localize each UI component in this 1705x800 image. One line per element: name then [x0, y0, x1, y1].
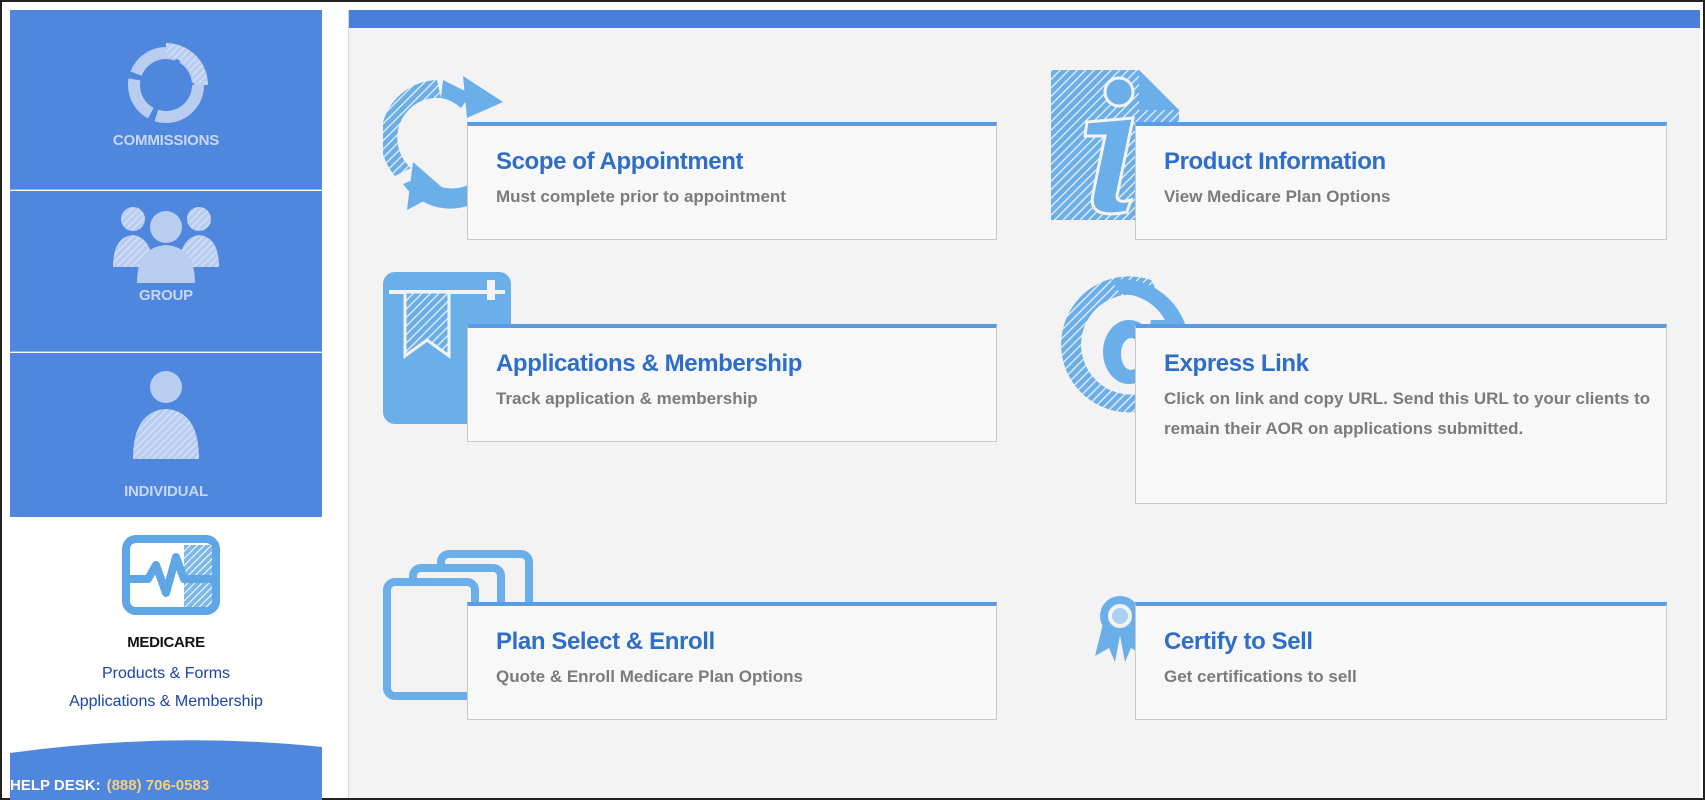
sidebar-item-medicare: MEDICARE Products & Forms Applications &… [10, 517, 322, 737]
person-icon [133, 371, 199, 459]
sidebar-item-commissions[interactable]: COMMISSIONS [10, 10, 322, 190]
tile-subtitle: Get certifications to sell [1164, 667, 1357, 686]
group-people-icon [113, 207, 219, 283]
sidebar-item-label: COMMISSIONS [112, 132, 220, 149]
heartbeat-monitor-icon[interactable] [122, 535, 220, 615]
tile-title: Applications & Membership [496, 350, 803, 377]
sidebar-item-label: GROUP [138, 287, 193, 304]
sidebar-active-label: MEDICARE [127, 634, 205, 651]
top-bar [349, 10, 1700, 28]
tile-subtitle: Click on link and copy URL. Send this UR… [1164, 389, 1651, 438]
help-desk-bar: HELP DESK: (888) 706-0583 [10, 737, 322, 800]
sidebar-item-label: INDIVIDUAL [124, 483, 208, 500]
help-desk-text: HELP DESK: (888) 706-0583 [10, 777, 209, 794]
main-panel: Scope of Appointment Must complete prior… [348, 10, 1700, 798]
tile-subtitle: Quote & Enroll Medicare Plan Options [496, 667, 803, 686]
sidebar-item-individual[interactable]: INDIVIDUAL [10, 353, 322, 517]
tile-card: Express Link Click on link and copy URL.… [1135, 324, 1667, 504]
tile-title: Scope of Appointment [496, 148, 744, 175]
help-desk-label: HELP DESK: [10, 777, 101, 794]
applications-membership-link[interactable]: Applications & Membership [10, 693, 322, 711]
tile-card: Scope of Appointment Must complete prior… [467, 122, 997, 240]
tile-card: Product Information View Medicare Plan O… [1135, 122, 1667, 240]
tile-subtitle: Track application & membership [496, 389, 758, 408]
tile-subtitle: Must complete prior to appointment [496, 187, 786, 206]
tile-title: Express Link [1164, 350, 1309, 377]
donut-chart-icon [128, 43, 208, 123]
tile-title: Certify to Sell [1164, 628, 1313, 655]
tile-card: Applications & Membership Track applicat… [467, 324, 997, 442]
products-forms-link[interactable]: Products & Forms [10, 665, 322, 683]
tile-card: Certify to Sell Get certifications to se… [1135, 602, 1667, 720]
tile-title: Plan Select & Enroll [496, 628, 715, 655]
tile-subtitle: View Medicare Plan Options [1164, 187, 1391, 206]
help-desk-phone[interactable]: (888) 706-0583 [107, 777, 210, 794]
swoosh-decoration [10, 737, 322, 753]
sidebar-item-group[interactable]: GROUP [10, 191, 322, 352]
tile-card: Plan Select & Enroll Quote & Enroll Medi… [467, 602, 997, 720]
sidebar: COMMISSIONS GROUP INDIVIDUAL MEDICARE Pr… [2, 2, 322, 800]
tile-title: Product Information [1164, 148, 1386, 175]
